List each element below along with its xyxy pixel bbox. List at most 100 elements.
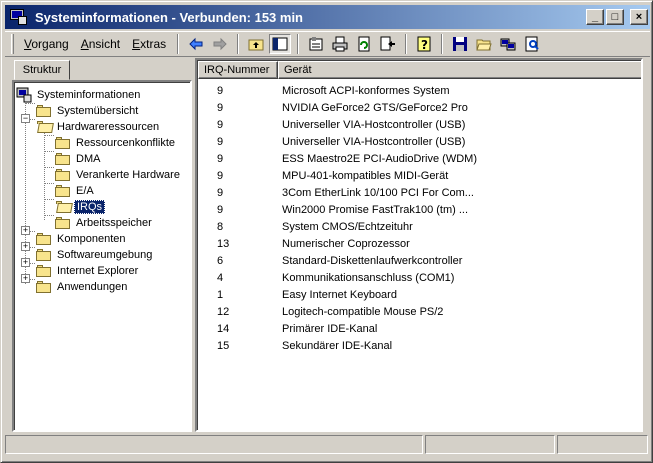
irq-number-cell: 4	[217, 271, 224, 284]
tree-item-dma[interactable]: DMA	[55, 151, 102, 167]
table-row[interactable]: 9 ESS Maestro2E PCI-AudioDrive (WDM)	[198, 150, 641, 167]
open-button[interactable]	[473, 34, 495, 54]
close-button[interactable]: ×	[630, 9, 648, 25]
details-list-pane[interactable]: IRQ-Nummer Gerät 9 Microsoft ACPI-konform…	[195, 58, 643, 432]
tree-item-label: Systeminformationen	[37, 89, 141, 101]
irq-list: 9 Microsoft ACPI-konformes System 9 NVIDIA …	[198, 82, 641, 354]
tree-item-anwendungen[interactable]: Anwendungen	[36, 279, 129, 295]
refresh-button[interactable]	[353, 34, 375, 54]
tree-item-label: Ressourcenkonflikte	[76, 137, 176, 149]
tree-item-komponenten[interactable]: Komponenten	[36, 231, 128, 247]
back-button[interactable]	[185, 34, 207, 54]
minimize-button[interactable]: _	[586, 9, 604, 25]
table-row[interactable]: 9 Microsoft ACPI-konformes System	[198, 82, 641, 99]
folder-icon	[55, 152, 71, 166]
show-tree-button[interactable]	[269, 34, 292, 54]
table-row[interactable]: 8 System CMOS/Echtzeituhr	[198, 218, 641, 235]
tree-item-hardwareressourcen[interactable]: Hardwareressourcen	[36, 119, 161, 135]
forward-button[interactable]	[209, 34, 231, 54]
table-row[interactable]: 1 Easy Internet Keyboard	[198, 286, 641, 303]
maximize-button[interactable]: □	[606, 9, 624, 25]
tree-item-label: DMA	[76, 153, 101, 165]
show-tree-icon	[272, 37, 288, 51]
tree-item-verankerte-hardware[interactable]: Verankerte Hardware	[55, 167, 182, 183]
folder-icon	[36, 264, 52, 278]
tree-item-ea[interactable]: E/A	[55, 183, 96, 199]
expand-komponenten[interactable]: +	[21, 226, 30, 235]
save-button[interactable]	[449, 34, 471, 54]
tree-item-ressourcenkonflikte[interactable]: Ressourcenkonflikte	[55, 135, 177, 151]
irq-number-cell: 1	[217, 288, 224, 301]
forward-arrow-icon	[213, 37, 227, 51]
tree-item-internet-explorer[interactable]: Internet Explorer	[36, 263, 140, 279]
table-row[interactable]: 6 Standard-Diskettenlaufwerkcontroller	[198, 252, 641, 269]
expand-anwendungen[interactable]: +	[21, 274, 30, 283]
tree-item-irqs[interactable]: IRQs	[55, 199, 106, 215]
tree-item-arbeitsspeicher[interactable]: Arbeitsspeicher	[55, 215, 154, 231]
column-header-irq[interactable]: IRQ-Nummer	[198, 61, 278, 79]
table-row[interactable]: 12 Logitech-compatible Mouse PS/2	[198, 303, 641, 320]
tree-item-label: Internet Explorer	[57, 265, 139, 277]
title-bar[interactable]: Systeminformationen - Verbunden: 153 min…	[5, 5, 650, 29]
up-folder-icon	[248, 39, 264, 51]
device-cell: Easy Internet Keyboard	[282, 288, 397, 301]
irq-number-cell: 9	[217, 101, 224, 114]
table-row[interactable]: 14 Primärer IDE-Kanal	[198, 320, 641, 337]
table-row[interactable]: 9 Win2000 Promise FastTrak100 (tm) ...	[198, 201, 641, 218]
table-row[interactable]: 9 Universeller VIA-Hostcontroller (USB)	[198, 116, 641, 133]
tree-item-softwareumgebung[interactable]: Softwareumgebung	[36, 247, 154, 263]
menu-vorgang[interactable]: Vorgang	[18, 35, 75, 53]
device-cell: 3Com EtherLink 10/100 PCI For Com...	[282, 186, 474, 199]
help-icon: ?	[417, 36, 431, 52]
device-cell: MPU-401-kompatibles MIDI-Gerät	[282, 169, 449, 182]
table-row[interactable]: 9 Universeller VIA-Hostcontroller (USB)	[198, 133, 641, 150]
table-row[interactable]: 15 Sekundärer IDE-Kanal	[198, 337, 641, 354]
tree-item-systemuebersicht[interactable]: Systemübersicht	[36, 103, 140, 119]
tree-item-label: Softwareumgebung	[57, 249, 153, 261]
help-button[interactable]: ?	[413, 34, 435, 54]
folder-icon	[36, 248, 52, 262]
folder-icon	[55, 136, 71, 150]
tab-struktur[interactable]: Struktur	[14, 60, 70, 80]
status-bar	[5, 435, 650, 455]
export-button[interactable]	[377, 34, 399, 54]
irq-number-cell: 12	[217, 305, 230, 318]
tree-item-systeminformationen[interactable]: Systeminformationen	[16, 87, 142, 103]
tree-tab-strip: Struktur	[11, 58, 193, 80]
folder-icon	[55, 168, 71, 182]
tree-item-label: Komponenten	[57, 233, 126, 245]
table-row[interactable]: 9 MPU-401-kompatibles MIDI-Gerät	[198, 167, 641, 184]
device-cell: Logitech-compatible Mouse PS/2	[282, 305, 444, 318]
tree-item-label: E/A	[76, 185, 94, 197]
table-row[interactable]: 13 Numerischer Coprozessor	[198, 235, 641, 252]
menu-ansicht[interactable]: Ansicht	[75, 35, 126, 53]
expand-softwareumgebung[interactable]: +	[21, 242, 30, 251]
column-header-geraet[interactable]: Gerät	[278, 61, 641, 79]
expand-internet-explorer[interactable]: +	[21, 258, 30, 267]
print-button[interactable]	[329, 34, 351, 54]
irq-number-cell: 9	[217, 84, 224, 97]
table-row[interactable]: 9 NVIDIA GeForce2 GTS/GeForce2 Pro	[198, 99, 641, 116]
refresh-icon	[358, 36, 370, 52]
connect-button[interactable]	[497, 34, 519, 54]
open-folder-icon	[36, 120, 54, 134]
up-one-level-button[interactable]	[245, 34, 267, 54]
tree-pane[interactable]: − + + + + Systeminformationen Systemüber…	[12, 80, 192, 432]
find-button[interactable]	[521, 34, 543, 54]
table-row[interactable]: 4 Kommunikationsanschluss (COM1)	[198, 269, 641, 286]
computer-icon	[16, 87, 32, 103]
open-icon	[476, 39, 492, 51]
device-cell: Universeller VIA-Hostcontroller (USB)	[282, 135, 466, 148]
window-title: Systeminformationen - Verbunden: 153 min	[35, 9, 303, 25]
toolbar-grip[interactable]	[11, 34, 14, 54]
expand-hardwareressourcen[interactable]: −	[21, 114, 30, 123]
table-row[interactable]: 9 3Com EtherLink 10/100 PCI For Com...	[198, 184, 641, 201]
properties-button[interactable]	[305, 34, 327, 54]
irq-number-cell: 9	[217, 152, 224, 165]
device-cell: Universeller VIA-Hostcontroller (USB)	[282, 118, 466, 131]
menu-extras[interactable]: Extras	[126, 35, 172, 53]
find-icon	[525, 36, 539, 52]
device-cell: ESS Maestro2E PCI-AudioDrive (WDM)	[282, 152, 477, 165]
tree-item-label: Anwendungen	[57, 281, 128, 293]
system-info-app-icon[interactable]	[9, 8, 29, 26]
